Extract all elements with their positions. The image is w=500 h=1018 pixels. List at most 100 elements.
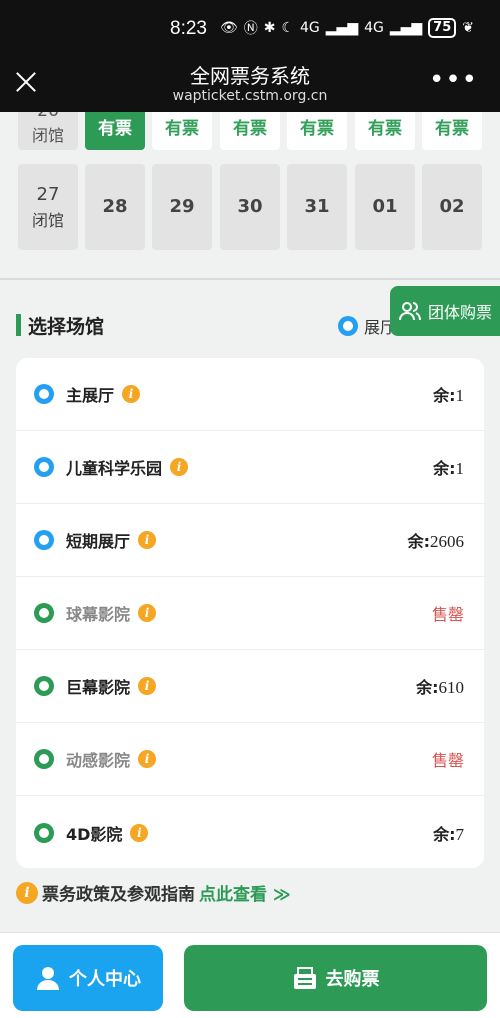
info-icon[interactable]: i [130, 823, 149, 842]
venue-remaining: 余:1 [433, 382, 464, 406]
venue-name: 短期展厅 [66, 532, 131, 551]
venue-item[interactable]: 动感影院 i 售罄 [16, 723, 484, 796]
more-icon[interactable]: ••• [429, 67, 478, 93]
radio-icon[interactable] [34, 676, 54, 696]
venue-list: 主展厅 i 余:1 儿童科学乐园 i 余:1 短期展厅 i 余:2606 球幕影… [16, 358, 484, 868]
info-icon[interactable]: i [138, 531, 157, 549]
title-bar: 全网票务系统 wapticket.cstm.org.cn ••• [0, 56, 500, 112]
group-ticket-label: 团体购票 [428, 303, 493, 322]
group-ticket-button[interactable]: 团体购票 [390, 286, 500, 336]
buy-ticket-button[interactable]: 去购票 [184, 945, 487, 1011]
venue-name: 儿童科学乐园 [66, 459, 163, 478]
nfc-icon: Ⓝ [243, 21, 258, 37]
venue-name: 巨幕影院 [66, 678, 131, 697]
calendar-day[interactable]: 01 [355, 164, 415, 250]
remaining-label: 余: [433, 386, 456, 405]
venue-remaining: 余:610 [416, 674, 464, 698]
policy-view-link[interactable]: 点此查看 ≫ [199, 880, 291, 905]
radio-icon[interactable] [34, 384, 54, 404]
signal-icon-2: ▂▄▆ [389, 20, 423, 36]
venue-name: 球幕影院 [66, 605, 131, 624]
venue-soldout: 售罄 [431, 605, 464, 624]
venue-item[interactable]: 球幕影院 i 售罄 [16, 577, 484, 650]
calendar-day-status: 闭馆 [31, 126, 64, 145]
signal-icon: ▂▄▆ [325, 20, 359, 36]
calendar-day-status: 闭馆 [31, 211, 64, 230]
calendar-day: 27 闭馆 [18, 164, 78, 250]
calendar-day[interactable]: 有票 [355, 112, 415, 150]
remaining-label: 余: [416, 678, 439, 697]
battery-level: 75 [428, 18, 457, 38]
network-label-2: 4G [364, 20, 384, 36]
calendar-day[interactable]: 有票 [220, 112, 280, 150]
ticket-icon [293, 967, 316, 989]
calendar-day[interactable]: 28 [85, 164, 145, 250]
remaining-count: 7 [455, 824, 465, 844]
network-label-1: 4G [300, 20, 320, 36]
venue-item[interactable]: 4D影院 i 余:7 [16, 796, 484, 869]
calendar-day[interactable]: 02 [422, 164, 482, 250]
venue-remaining: 余:7 [433, 821, 464, 845]
venue-remaining: 余:1 [433, 455, 464, 479]
venue-name: 动感影院 [66, 751, 131, 770]
venue-item[interactable]: 儿童科学乐园 i 余:1 [16, 431, 484, 504]
status-time: 8:23 [170, 18, 207, 39]
remaining-label: 余: [407, 532, 430, 551]
info-icon[interactable]: i [170, 458, 189, 476]
remaining-label: 余: [433, 824, 456, 844]
date-calendar: 26 闭馆 有票 有票 有票 有票 有票 有票 27 闭馆 28 29 30 3… [0, 112, 500, 280]
venue-item[interactable]: 主展厅 i 余:1 [16, 358, 484, 431]
remaining-count: 610 [438, 678, 465, 697]
venue-item[interactable]: 短期展厅 i 余:2606 [16, 504, 484, 577]
user-icon [37, 967, 59, 990]
remaining-count: 2606 [430, 532, 464, 551]
remaining-count: 1 [455, 386, 465, 405]
calendar-day-number: 26 [18, 112, 78, 122]
remaining-label: 余: [433, 459, 456, 478]
hall-legend[interactable]: 展厅 [338, 314, 396, 338]
section-title: 选择场馆 [28, 316, 105, 338]
radio-icon[interactable] [34, 603, 54, 623]
eye-icon: 👁 [219, 20, 238, 36]
radio-icon[interactable] [34, 749, 54, 769]
info-icon[interactable]: i [138, 604, 157, 622]
page-url: wapticket.cstm.org.cn [172, 88, 328, 104]
radio-icon[interactable] [34, 457, 54, 477]
calendar-day[interactable]: 31 [287, 164, 347, 250]
calendar-day-selected[interactable]: 有票 [85, 112, 145, 150]
calendar-day[interactable]: 有票 [152, 112, 212, 150]
radio-icon[interactable] [34, 822, 54, 843]
mute-icon: ☾ [281, 20, 295, 36]
personal-center-label: 个人中心 [69, 969, 141, 990]
info-icon[interactable]: i [138, 750, 157, 768]
info-icon[interactable]: i [138, 677, 157, 695]
venue-name: 4D影院 [66, 824, 123, 844]
group-users-icon [399, 302, 421, 321]
policy-notice: i 票务政策及参观指南 点此查看 ≫ [16, 880, 291, 905]
section-accent-bar [16, 314, 21, 336]
venue-remaining: 余:2606 [408, 528, 464, 552]
venue-soldout: 售罄 [431, 751, 464, 770]
status-icons: 👁 Ⓝ ✱ ☾ 4G ▂▄▆ 4G ▂▄▆ 75 ❦ [220, 18, 474, 38]
calendar-day[interactable]: 30 [220, 164, 280, 250]
calendar-day[interactable]: 29 [152, 164, 212, 250]
radio-icon[interactable] [34, 530, 54, 550]
buy-ticket-label: 去购票 [325, 969, 380, 990]
info-icon: i [16, 881, 38, 904]
remaining-count: 1 [455, 459, 465, 478]
venue-name: 主展厅 [66, 386, 115, 405]
bluetooth-icon: ✱ [263, 20, 276, 36]
calendar-day: 26 闭馆 [18, 112, 78, 150]
calendar-day-number: 27 [36, 184, 60, 205]
radio-icon [338, 316, 358, 336]
status-bar: 8:23 👁 Ⓝ ✱ ☾ 4G ▂▄▆ 4G ▂▄▆ 75 ❦ [0, 0, 500, 56]
calendar-day[interactable]: 有票 [287, 112, 347, 150]
info-icon[interactable]: i [122, 385, 141, 403]
bottom-bar: 个人中心 去购票 [0, 932, 500, 1018]
policy-text: 票务政策及参观指南 [42, 885, 195, 905]
page-title: 全网票务系统 [190, 64, 310, 88]
personal-center-button[interactable]: 个人中心 [13, 945, 163, 1011]
calendar-day[interactable]: 有票 [422, 112, 482, 150]
venue-item[interactable]: 巨幕影院 i 余:610 [16, 650, 484, 723]
leaf-icon: ❦ [462, 20, 474, 36]
